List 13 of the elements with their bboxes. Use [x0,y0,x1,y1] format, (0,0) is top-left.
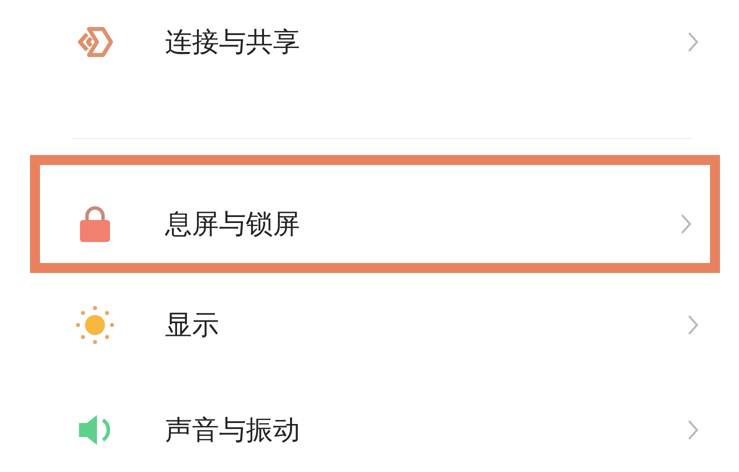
chevron-icon [687,418,699,440]
chevron-icon [687,314,699,336]
share-icon [75,25,115,59]
speaker-icon [77,412,113,446]
row-label: 显示 [165,309,220,343]
row-label: 息屏与锁屏 [165,208,301,242]
row-label: 连接与共享 [165,26,301,60]
row-label: 声音与振动 [165,414,301,448]
sun-icon [75,305,115,345]
chevron-icon [687,31,699,53]
lock-icon [78,205,112,243]
settings-row[interactable]: 息屏与锁屏 [30,155,720,273]
chevron-icon [680,213,692,235]
